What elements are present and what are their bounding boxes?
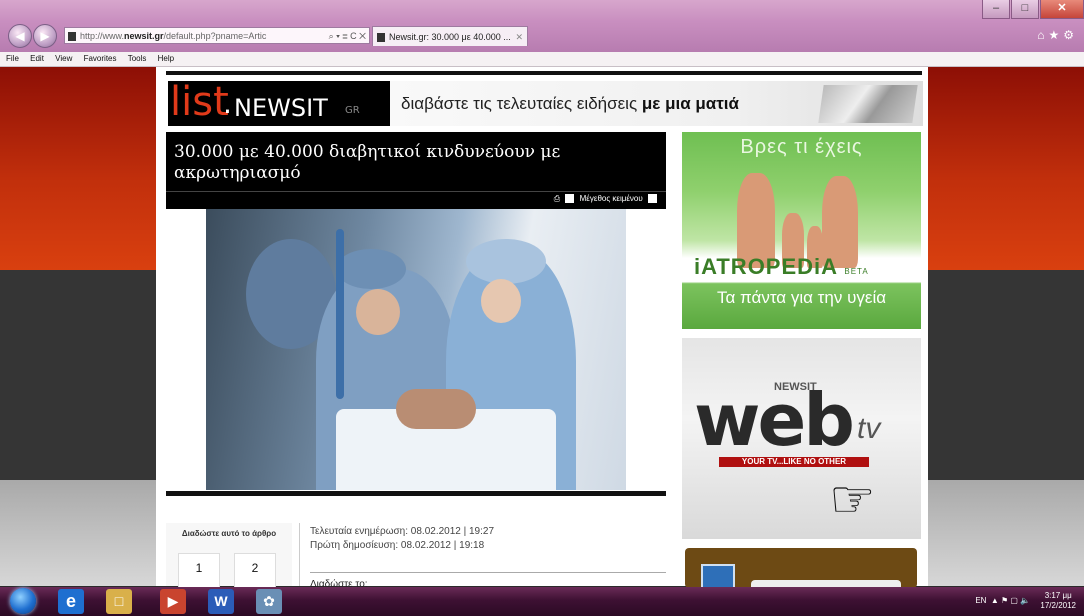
iatropedia-family-figures: [727, 168, 877, 268]
browser-title-bar: – □ ✕ ◀ ▶ http://www.newsit.gr/default.p…: [0, 0, 1084, 52]
browser-tab[interactable]: Newsit.gr: 30.000 με 40.000 ... ✕: [372, 26, 528, 46]
article-dates: Τελευταία ενημέρωση: 08.02.2012 | 19:27 …: [310, 525, 494, 553]
menu-tools[interactable]: Tools: [128, 54, 147, 63]
logo-gr-text: GR: [345, 105, 360, 116]
tray-icons[interactable]: ▲ ⚑ ▢ 🔈: [989, 596, 1030, 605]
paint-icon[interactable]: ✿: [256, 589, 282, 614]
window-controls: – □ ✕: [981, 0, 1084, 22]
maximize-button[interactable]: □: [1011, 0, 1039, 19]
vertical-divider: [299, 523, 300, 586]
clock-date: 17/2/2012: [1040, 601, 1076, 610]
article-tools-bar: ⎙ Μέγεθος κειμένου: [166, 191, 666, 209]
clock[interactable]: 3:17 μμ 17/2/2012: [1040, 591, 1076, 611]
decrease-font-icon[interactable]: [565, 194, 575, 204]
content-column: list . NEWSIT GR διαβάστε τις τελευταίες…: [156, 67, 928, 590]
address-path: /default.php?pname=Artic: [163, 31, 267, 41]
article-headline: 30.000 με 40.000 διαβητικοί κινδυνεύουν …: [174, 142, 561, 183]
iatropedia-headline: Βρες τι έχεις: [740, 136, 863, 158]
tagline-plain: διαβάστε τις τελευταίες ειδήσεις: [401, 94, 642, 113]
article-photo-surgeons: [206, 209, 626, 490]
file-explorer-icon[interactable]: □: [106, 589, 132, 614]
home-favorites-settings-icons[interactable]: ⌂★⚙: [1037, 28, 1078, 42]
top-divider: [166, 71, 922, 75]
tab-title: Newsit.gr: 30.000 με 40.000 ...: [389, 32, 511, 42]
article-tools: ⎙ Μέγεθος κειμένου: [554, 194, 660, 204]
back-button[interactable]: ◀: [8, 24, 32, 48]
share-box: Διαδώστε αυτό το άρθρο 1 2: [166, 523, 292, 588]
close-window-button[interactable]: ✕: [1040, 0, 1084, 19]
webtv-slogan: YOUR TV...LIKE NO OTHER: [719, 457, 869, 467]
forward-button[interactable]: ▶: [33, 24, 57, 48]
share-count-2[interactable]: 2: [234, 553, 276, 588]
banner-news-thumbnails: [818, 85, 918, 123]
share-count-1[interactable]: 1: [178, 553, 220, 588]
address-domain: newsit.gr: [124, 31, 164, 41]
webtv-tv-text: tv: [857, 412, 881, 445]
font-size-label: Μέγεθος κειμένου: [579, 194, 643, 203]
windows-taskbar: e □ ▶ W ✿ EN ▲ ⚑ ▢ 🔈 3:17 μμ 17/2/2012: [0, 587, 1084, 616]
menu-bar: File Edit View Favorites Tools Help: [0, 52, 1084, 67]
logo-newsit-text: NEWSIT: [234, 94, 328, 122]
iatropedia-slogan: Τα πάντα για την υγεία: [716, 288, 887, 307]
menu-help[interactable]: Help: [158, 54, 174, 63]
forward-arrow-icon: ▶: [40, 29, 50, 43]
iatropedia-brand-text: iATROPEDiA: [694, 254, 838, 279]
system-tray: EN ▲ ⚑ ▢ 🔈 3:17 μμ 17/2/2012: [975, 591, 1076, 611]
iatropedia-beta: BETA: [844, 267, 869, 276]
print-icon[interactable]: ⎙: [554, 194, 560, 203]
word-icon[interactable]: W: [208, 589, 234, 614]
address-bar[interactable]: http://www.newsit.gr/default.php?pname=A…: [64, 27, 370, 44]
first-published: Πρώτη δημοσίευση: 08.02.2012 | 19:18: [310, 540, 485, 551]
avatar: [701, 564, 735, 588]
list-newsit-logo: list . NEWSIT GR: [168, 79, 390, 126]
media-player-icon[interactable]: ▶: [160, 589, 186, 614]
iatropedia-ad[interactable]: Βρες τι έχεις iATROPEDiA BETA Τα πάντα γ…: [682, 132, 921, 329]
address-prefix: http://www.: [80, 31, 125, 41]
menu-file[interactable]: File: [6, 54, 19, 63]
iatropedia-brand: iATROPEDiA BETA: [694, 254, 869, 280]
webtv-ad[interactable]: web NEWSIT tv YOUR TV...LIKE NO OTHER ☞: [682, 338, 921, 539]
language-indicator[interactable]: EN: [975, 596, 986, 605]
back-arrow-icon: ◀: [15, 29, 25, 43]
share-label: Διαδώστε αυτό το άρθρο: [181, 529, 277, 538]
last-updated: Τελευταία ενημέρωση: 08.02.2012 | 19:27: [310, 526, 495, 537]
tab-favicon-icon: [377, 33, 385, 43]
logo-list-text: list: [170, 79, 229, 125]
site-favicon-icon: [68, 32, 76, 42]
menu-view[interactable]: View: [55, 54, 72, 63]
web-page: list . NEWSIT GR διαβάστε τις τελευταίες…: [0, 67, 1084, 590]
minimize-button[interactable]: –: [982, 0, 1010, 19]
logo-dot: .: [223, 87, 232, 120]
internet-explorer-icon[interactable]: e: [58, 589, 84, 614]
tab-close-icon[interactable]: ✕: [515, 27, 523, 46]
pointer-hand-icon: ☞: [829, 471, 876, 529]
webtv-newsit-text: NEWSIT: [774, 381, 817, 393]
photo-bottom-divider: [166, 491, 666, 496]
menu-edit[interactable]: Edit: [30, 54, 44, 63]
list-newsit-banner[interactable]: list . NEWSIT GR διαβάστε τις τελευταίες…: [168, 79, 923, 126]
clock-time: 3:17 μμ: [1044, 591, 1072, 600]
start-button[interactable]: [10, 588, 36, 614]
banner-tagline: διαβάστε τις τελευταίες ειδήσεις με μια …: [401, 94, 739, 114]
tagline-bold: με μια ματιά: [641, 94, 739, 113]
address-controls[interactable]: ⌕ ▾ ≣ C ✕: [329, 28, 366, 43]
user-ad-widget[interactable]: [685, 548, 917, 588]
increase-font-icon[interactable]: [648, 194, 657, 204]
menu-favorites[interactable]: Favorites: [84, 54, 117, 63]
webtv-web-text: web: [694, 378, 855, 462]
